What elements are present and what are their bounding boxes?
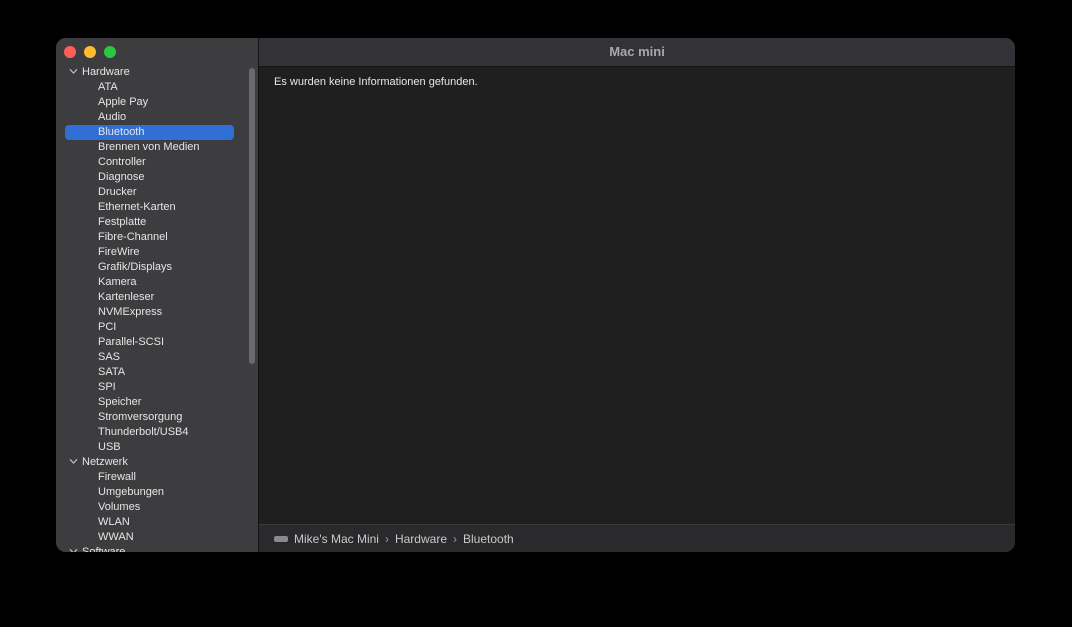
category-tree: Hardware ATA Apple Pay Audio Bluetooth Brenne…	[56, 65, 258, 552]
sidebar-item-label: Grafik/Displays	[98, 261, 172, 273]
sidebar-item-label: Festplatte	[98, 216, 147, 228]
sidebar-item-apple-pay[interactable]: Apple Pay	[56, 95, 258, 110]
sidebar-item-diagnose[interactable]: Diagnose	[56, 170, 258, 185]
sidebar-item-label: Kamera	[98, 276, 137, 288]
path-crumb[interactable]: Mike's Mac Mini	[294, 532, 379, 546]
sidebar-item-label: Diagnose	[98, 171, 145, 183]
window-controls	[64, 46, 116, 58]
sidebar-item-wwan[interactable]: WWAN	[56, 530, 258, 545]
sidebar-item-stromversorgung[interactable]: Stromversorgung	[56, 410, 258, 425]
sidebar-item-label: Umgebungen	[98, 486, 165, 498]
window-title: Mac mini	[259, 38, 1015, 67]
path-crumb[interactable]: Hardware	[395, 532, 447, 546]
path-bar: Mike's Mac Mini › Hardware › Bluetooth	[259, 524, 1015, 552]
sidebar-group-label: Hardware	[82, 66, 130, 78]
sidebar-item-parallel-scsi[interactable]: Parallel-SCSI	[56, 335, 258, 350]
sidebar-item-label: Stromversorgung	[98, 411, 183, 423]
sidebar-item-pci[interactable]: PCI	[56, 320, 258, 335]
sidebar-item-bluetooth[interactable]: Bluetooth	[56, 125, 258, 140]
sidebar-item-festplatte[interactable]: Festplatte	[56, 215, 258, 230]
sidebar-item-thunderbolt-usb4[interactable]: Thunderbolt/USB4	[56, 425, 258, 440]
sidebar-item-sas[interactable]: SAS	[56, 350, 258, 365]
system-information-window: Hardware ATA Apple Pay Audio Bluetooth Brenne…	[56, 38, 1015, 552]
main-pane: Mac mini Es wurden keine Informationen g…	[259, 38, 1015, 552]
sidebar-item-spi[interactable]: SPI	[56, 380, 258, 395]
sidebar-item-label: WLAN	[98, 516, 130, 528]
sidebar-item-sata[interactable]: SATA	[56, 365, 258, 380]
sidebar-item-kartenleser[interactable]: Kartenleser	[56, 290, 258, 305]
chevron-down-icon[interactable]	[69, 457, 78, 466]
path-separator: ›	[453, 531, 457, 546]
mac-mini-icon	[274, 535, 288, 542]
sidebar-group-netzwerk[interactable]: Netzwerk	[56, 455, 258, 470]
sidebar-item-label: Bluetooth	[98, 126, 145, 138]
sidebar-group-label: Netzwerk	[82, 456, 128, 468]
sidebar-item-label: NVMExpress	[98, 306, 163, 318]
sidebar-item-kamera[interactable]: Kamera	[56, 275, 258, 290]
sidebar-item-firewire[interactable]: FireWire	[56, 245, 258, 260]
chevron-down-icon[interactable]	[69, 547, 78, 552]
sidebar-scrollbar[interactable]	[249, 68, 255, 364]
sidebar-item-label: Ethernet-Karten	[98, 201, 176, 213]
sidebar-item-fibre-channel[interactable]: Fibre-Channel	[56, 230, 258, 245]
sidebar-item-label: USB	[98, 441, 121, 453]
sidebar-item-label: Parallel-SCSI	[98, 336, 165, 348]
sidebar-item-nvmexpress[interactable]: NVMExpress	[56, 305, 258, 320]
sidebar-item-label: Speicher	[98, 396, 142, 408]
sidebar-item-label: Kartenleser	[98, 291, 155, 303]
sidebar-item-ethernet-karten[interactable]: Ethernet-Karten	[56, 200, 258, 215]
sidebar-item-label: WWAN	[98, 531, 134, 543]
sidebar-item-label: Brennen von Medien	[98, 141, 200, 153]
zoom-button[interactable]	[104, 46, 116, 58]
sidebar-item-brennen-von-medien[interactable]: Brennen von Medien	[56, 140, 258, 155]
sidebar: Hardware ATA Apple Pay Audio Bluetooth Brenne…	[56, 38, 259, 552]
sidebar-item-label: FireWire	[98, 246, 140, 258]
sidebar-item-label: SPI	[98, 381, 116, 393]
chevron-down-icon[interactable]	[69, 67, 78, 76]
sidebar-item-label: Volumes	[98, 501, 141, 513]
sidebar-item-label: Controller	[98, 156, 146, 168]
sidebar-group-label: Software	[82, 546, 126, 552]
sidebar-item-label: ATA	[98, 81, 118, 93]
close-button[interactable]	[64, 46, 76, 58]
no-info-message: Es wurden keine Informationen gefunden.	[274, 76, 478, 88]
sidebar-item-wlan[interactable]: WLAN	[56, 515, 258, 530]
sidebar-item-volumes[interactable]: Volumes	[56, 500, 258, 515]
minimize-button[interactable]	[84, 46, 96, 58]
sidebar-group-hardware[interactable]: Hardware	[56, 65, 258, 80]
path-crumb[interactable]: Bluetooth	[463, 532, 514, 546]
sidebar-item-controller[interactable]: Controller	[56, 155, 258, 170]
sidebar-item-firewall[interactable]: Firewall	[56, 470, 258, 485]
sidebar-item-ata[interactable]: ATA	[56, 80, 258, 95]
sidebar-item-audio[interactable]: Audio	[56, 110, 258, 125]
sidebar-item-label: Drucker	[98, 186, 137, 198]
sidebar-item-label: PCI	[98, 321, 117, 333]
sidebar-item-label: Audio	[98, 111, 127, 123]
sidebar-item-speicher[interactable]: Speicher	[56, 395, 258, 410]
sidebar-item-grafik-displays[interactable]: Grafik/Displays	[56, 260, 258, 275]
sidebar-item-label: Firewall	[98, 471, 136, 483]
sidebar-item-usb[interactable]: USB	[56, 440, 258, 455]
sidebar-item-label: Thunderbolt/USB4	[98, 426, 189, 438]
sidebar-item-label: Apple Pay	[98, 96, 149, 108]
sidebar-group-software[interactable]: Software	[56, 545, 258, 552]
sidebar-item-drucker[interactable]: Drucker	[56, 185, 258, 200]
sidebar-item-label: SATA	[98, 366, 126, 378]
sidebar-item-umgebungen[interactable]: Umgebungen	[56, 485, 258, 500]
sidebar-item-label: SAS	[98, 351, 121, 363]
path-separator: ›	[384, 531, 389, 546]
sidebar-item-label: Fibre-Channel	[98, 231, 168, 243]
